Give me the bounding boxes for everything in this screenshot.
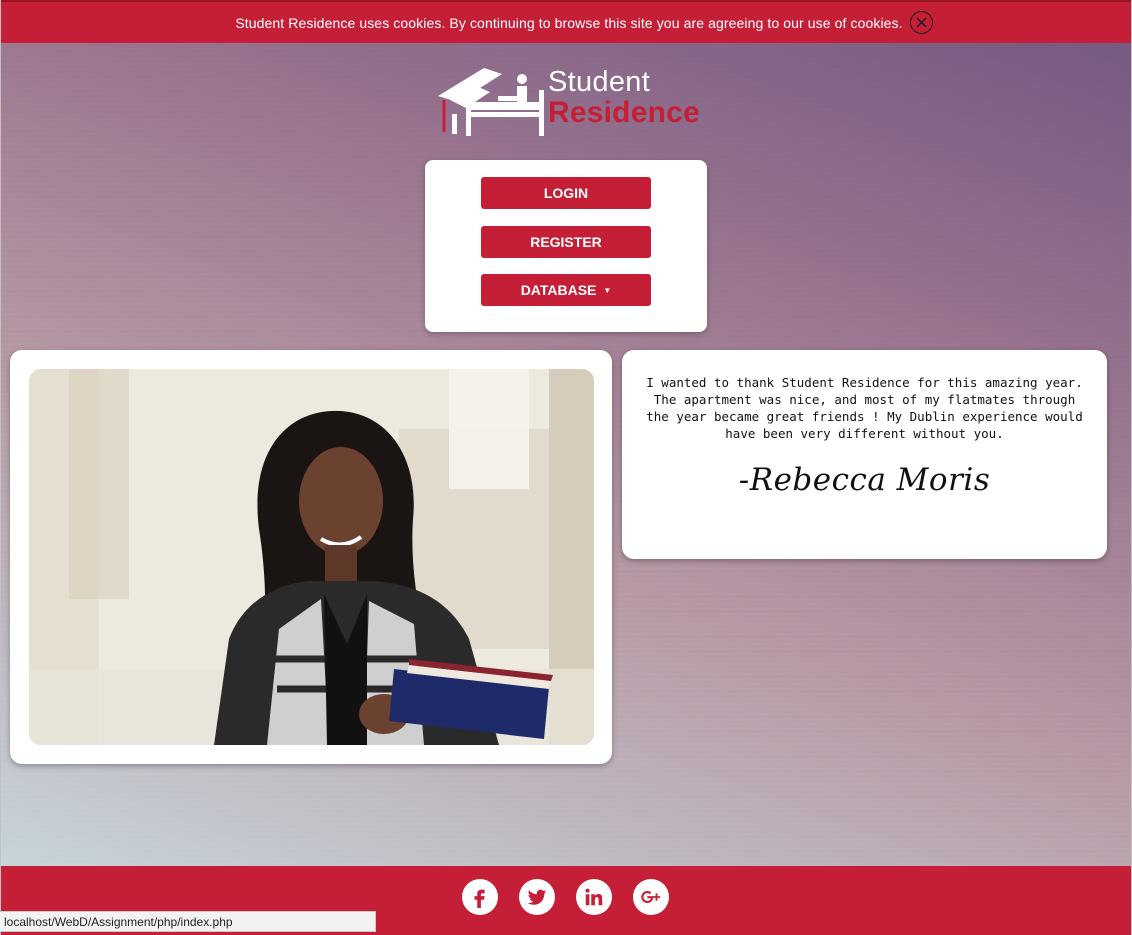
testimonial-author: -Rebecca Moris: [738, 462, 991, 498]
logo-word-student: Student: [548, 66, 651, 98]
browser-status-bar: localhost/WebD/Assignment/php/index.php: [0, 911, 376, 932]
cookie-message: Student Residence uses cookies. By conti…: [235, 14, 903, 31]
nav-card: LOGIN REGISTER DATABASE ▼: [425, 160, 707, 332]
caret-down-icon: ▼: [603, 285, 612, 295]
linkedin-icon[interactable]: [576, 879, 612, 915]
logo-word-residence: Residence: [548, 96, 700, 129]
testimonial-quote: I wanted to thank Student Residence for …: [646, 375, 1083, 441]
student-photo: [29, 369, 594, 745]
cookie-banner: Student Residence uses cookies. By conti…: [1, 0, 1131, 43]
site-logo[interactable]: Student Residence: [436, 62, 701, 140]
twitter-icon[interactable]: [519, 879, 555, 915]
facebook-icon[interactable]: [462, 879, 498, 915]
register-label: REGISTER: [530, 234, 602, 250]
close-icon[interactable]: [910, 11, 933, 34]
photo-card: [10, 350, 612, 764]
database-dropdown-button[interactable]: DATABASE ▼: [481, 274, 651, 306]
login-label: LOGIN: [543, 185, 589, 201]
register-button[interactable]: REGISTER: [481, 226, 651, 258]
google-plus-icon[interactable]: [633, 879, 669, 915]
graduation-bed-icon: [438, 68, 544, 136]
database-label: DATABASE: [520, 282, 597, 298]
testimonial-card: I wanted to thank Student Residence for …: [622, 350, 1107, 559]
login-button[interactable]: LOGIN: [481, 177, 651, 209]
